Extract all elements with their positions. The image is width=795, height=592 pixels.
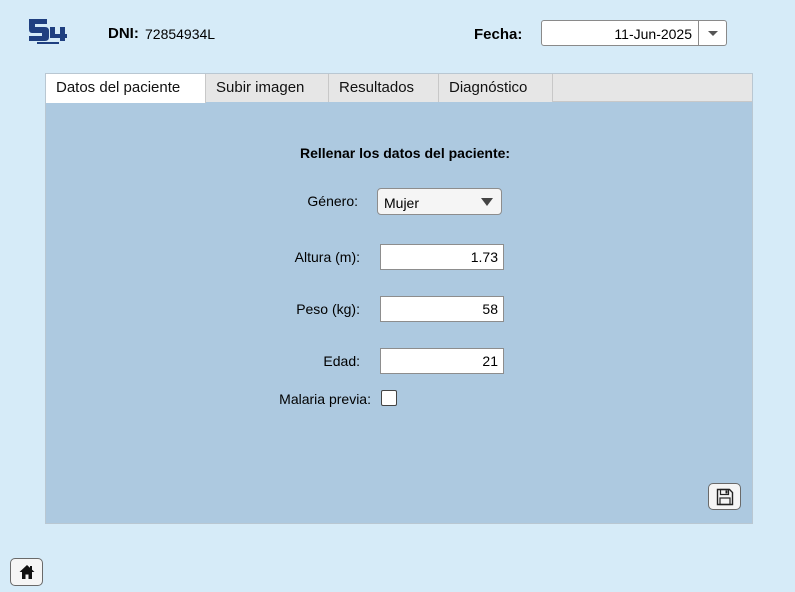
date-value: 11-Jun-2025 bbox=[614, 26, 692, 42]
edad-label: Edad: bbox=[323, 353, 360, 369]
malaria-checkbox[interactable] bbox=[381, 390, 397, 406]
altura-label: Altura (m): bbox=[294, 249, 360, 265]
tab-diagnostico[interactable]: Diagnóstico bbox=[439, 74, 553, 102]
tab-subir-imagen[interactable]: Subir imagen bbox=[206, 74, 329, 102]
caret-down-icon bbox=[481, 198, 493, 206]
save-button[interactable] bbox=[708, 483, 741, 510]
altura-input[interactable]: 1.73 bbox=[380, 244, 504, 270]
date-picker[interactable]: 11-Jun-2025 bbox=[541, 20, 727, 46]
genero-select[interactable]: Mujer bbox=[377, 188, 502, 215]
tab-resultados[interactable]: Resultados bbox=[329, 74, 439, 102]
genero-label: Género: bbox=[307, 193, 358, 209]
chevron-down-icon bbox=[708, 31, 718, 36]
malaria-label: Malaria previa: bbox=[279, 391, 371, 407]
edad-input[interactable]: 21 bbox=[380, 348, 504, 374]
tab-bar: Datos del paciente Subir imagen Resultad… bbox=[46, 74, 752, 103]
genero-value: Mujer bbox=[384, 195, 420, 211]
tab-datos-del-paciente[interactable]: Datos del paciente bbox=[46, 74, 206, 103]
dni-label: DNI: bbox=[108, 25, 139, 42]
dni-value: 72854934L bbox=[145, 26, 216, 42]
form-title: Rellenar los datos del paciente: bbox=[300, 145, 511, 161]
logo-icon bbox=[27, 16, 67, 48]
floppy-disk-icon bbox=[716, 488, 734, 506]
fecha-label: Fecha: bbox=[474, 26, 523, 43]
home-icon bbox=[19, 565, 35, 579]
patient-data-panel: Datos del paciente Subir imagen Resultad… bbox=[45, 73, 753, 524]
home-button[interactable] bbox=[10, 558, 43, 586]
peso-label: Peso (kg): bbox=[296, 301, 360, 317]
date-dropdown-button[interactable] bbox=[698, 21, 726, 45]
peso-input[interactable]: 58 bbox=[380, 296, 504, 322]
